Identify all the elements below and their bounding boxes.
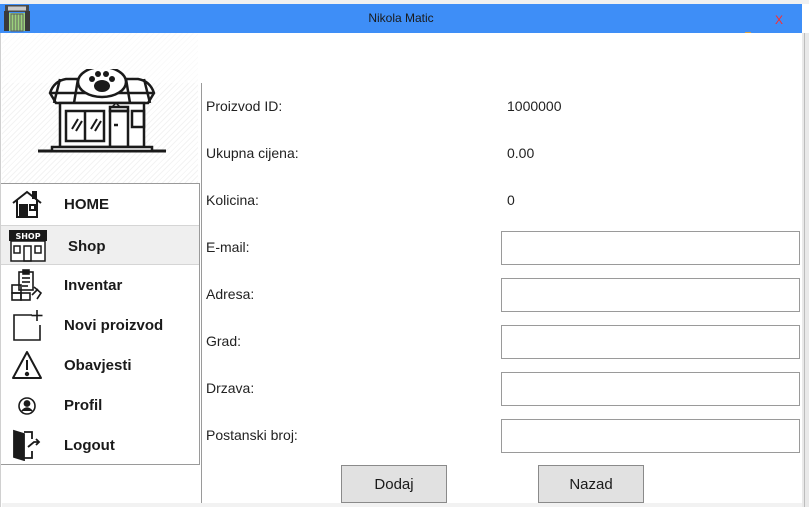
quantity-value: 0 bbox=[507, 192, 515, 208]
add-button[interactable]: Dodaj bbox=[341, 465, 447, 503]
total-price-label: Ukupna cijena: bbox=[206, 145, 299, 161]
pet-shop-store-icon bbox=[38, 69, 166, 153]
sidebar-item-label: HOME bbox=[64, 196, 109, 213]
content-divider bbox=[201, 83, 202, 507]
shop-icon: SHOP bbox=[9, 230, 47, 262]
title-bar[interactable]: Nikola Matic X bbox=[0, 4, 802, 33]
sidebar-item-novi-proizvod[interactable]: Novi proizvod bbox=[1, 305, 199, 345]
sidebar-item-home[interactable]: HOME bbox=[1, 184, 199, 224]
back-button[interactable]: Nazad bbox=[538, 465, 644, 503]
logo-panel bbox=[2, 33, 198, 183]
city-label: Grad: bbox=[206, 333, 242, 349]
postal-code-field[interactable] bbox=[501, 419, 800, 453]
header-area bbox=[198, 33, 802, 83]
zoo-gate-icon bbox=[4, 5, 30, 32]
sidebar-item-label: Logout bbox=[64, 437, 115, 454]
country-field[interactable] bbox=[501, 372, 800, 406]
postal-code-label: Postanski broj: bbox=[206, 427, 298, 443]
close-button[interactable]: X bbox=[772, 13, 786, 29]
add-product-icon bbox=[13, 310, 43, 341]
sidebar-item-label: Inventar bbox=[64, 277, 123, 294]
sidebar-item-profil[interactable]: Profil bbox=[1, 385, 199, 425]
warning-icon bbox=[12, 351, 42, 379]
address-field[interactable] bbox=[501, 278, 800, 312]
product-id-label: Proizvod ID: bbox=[206, 98, 283, 114]
sidebar-item-label: Shop bbox=[68, 238, 106, 255]
email-field[interactable] bbox=[501, 231, 800, 265]
email-label: E-mail: bbox=[206, 239, 250, 255]
window-title: Nikola Matic bbox=[368, 11, 434, 25]
total-price-value: 0.00 bbox=[507, 145, 535, 161]
logout-door-icon bbox=[13, 429, 41, 461]
minimize-button[interactable] bbox=[742, 12, 756, 33]
quantity-label: Kolicina: bbox=[206, 192, 259, 208]
product-id-value: 1000000 bbox=[507, 98, 562, 114]
address-label: Adresa: bbox=[206, 286, 255, 302]
sidebar-item-label: Novi proizvod bbox=[64, 317, 164, 334]
shop-badge-text: SHOP bbox=[15, 232, 40, 241]
window-bottom-edge bbox=[2, 503, 802, 507]
inventory-icon bbox=[11, 269, 43, 301]
city-field[interactable] bbox=[501, 325, 800, 359]
sidebar-item-shop[interactable]: SHOP Shop bbox=[1, 225, 199, 265]
window-right-edge bbox=[802, 33, 809, 507]
sidebar-item-label: Profil bbox=[64, 397, 103, 414]
sidebar-item-inventar[interactable]: Inventar bbox=[1, 265, 199, 305]
sidebar-item-obavjesti[interactable]: Obavjesti bbox=[1, 345, 199, 385]
user-icon bbox=[18, 397, 36, 415]
sidebar-item-logout[interactable]: Logout bbox=[1, 425, 199, 465]
country-label: Drzava: bbox=[206, 380, 255, 396]
sidebar-nav: HOME SHOP Shop Inventar Novi proizvod Ob… bbox=[1, 183, 200, 465]
sidebar-item-label: Obavjesti bbox=[64, 357, 132, 374]
home-icon bbox=[12, 190, 42, 218]
